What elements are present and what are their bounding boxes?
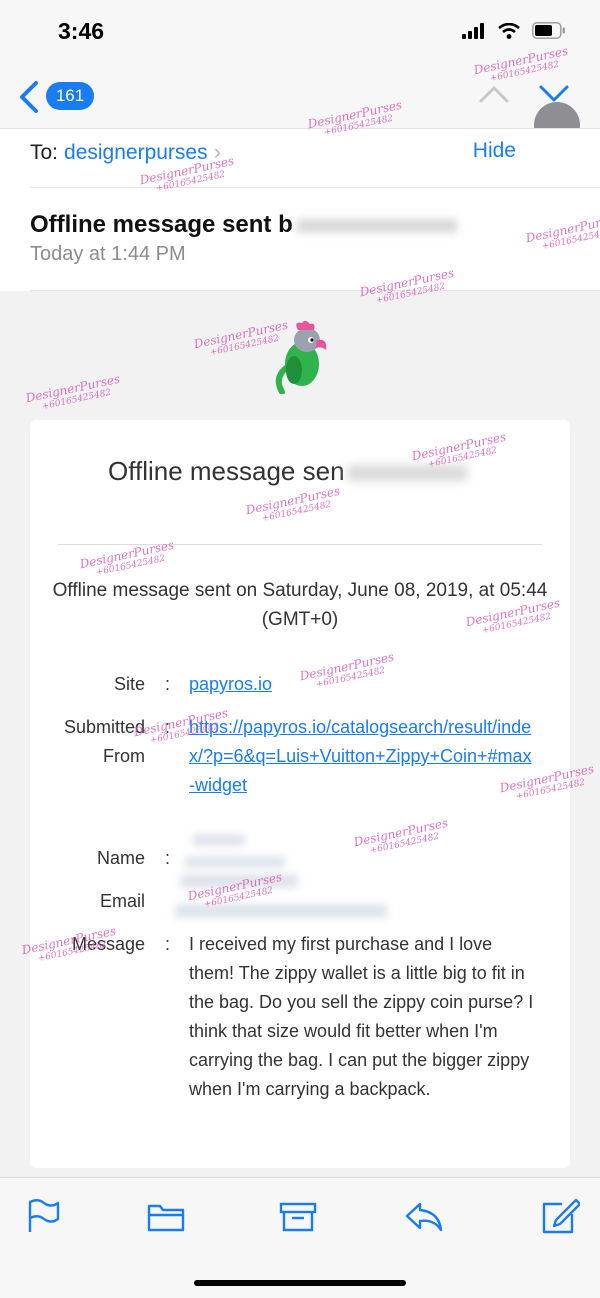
email-header: To: designerpurses › Hide Offline message … (0, 128, 600, 291)
card-title-text: Offline message sen (108, 456, 345, 486)
email-subject-text: Offline message sent b (30, 211, 293, 238)
wifi-icon (498, 22, 520, 39)
message-body: I received my first purchase and I love … (189, 934, 534, 1099)
battery-icon (532, 22, 565, 39)
intro-text: Offline message sent on Saturday, June 0… (52, 580, 548, 630)
status-icons (462, 22, 566, 39)
submitted-from-label: Submitted From (63, 717, 145, 766)
submitted-from-colon: : (165, 717, 171, 737)
message-label: Message (71, 934, 145, 954)
card-title: Offline message sen (108, 456, 467, 487)
site-colon: : (165, 674, 171, 694)
chevron-right-icon: › (213, 139, 221, 164)
email-subject: Offline message sent b (30, 211, 457, 239)
card-divider (58, 544, 542, 545)
site-value: papyros.io (189, 670, 534, 699)
name-label: Name (96, 848, 145, 868)
status-bar: 3:46 (0, 0, 600, 64)
redacted-name-blur (193, 834, 245, 846)
watermark: DesignerPurses +60165425482 (24, 371, 122, 413)
reply-icon[interactable] (404, 1198, 444, 1234)
header-divider (30, 187, 600, 188)
message-card: Offline message sen Offline message sent… (30, 420, 570, 1168)
to-label: To: (30, 141, 59, 164)
redacted-name-blur-2 (185, 856, 285, 868)
submitted-from-value: https://papyros.io/catalogsearch/result/… (189, 713, 534, 800)
compose-icon[interactable] (540, 1198, 580, 1234)
hide-details-button[interactable]: Hide (473, 139, 516, 163)
nav-bar: 161 (0, 64, 600, 128)
message-colon: : (165, 934, 171, 954)
home-indicator[interactable] (194, 1280, 406, 1286)
site-link[interactable]: papyros.io (189, 674, 272, 694)
redacted-email-blur-2 (175, 904, 387, 918)
parrot-logo-icon (275, 320, 327, 394)
cellular-signal-icon (462, 22, 484, 39)
site-label: Site (113, 674, 145, 694)
redacted-email-blur (180, 874, 298, 888)
recipient-row: To: designerpurses › (30, 139, 221, 165)
unread-count-badge[interactable]: 161 (46, 82, 94, 110)
status-time: 3:46 (58, 18, 105, 44)
email-date: Today at 1:44 PM (30, 243, 186, 265)
folder-icon[interactable] (146, 1198, 186, 1234)
next-message-icon[interactable] (538, 84, 570, 104)
flag-icon[interactable] (24, 1198, 64, 1234)
archive-icon[interactable] (278, 1198, 318, 1234)
redacted-title-blur (346, 465, 467, 482)
recipient-name[interactable]: designerpurses (64, 141, 208, 164)
submitted-from-link[interactable]: https://papyros.io/catalogsearch/result/… (189, 717, 532, 795)
email-label: Email (99, 891, 145, 911)
redacted-subject-blur (296, 218, 457, 233)
back-chevron-icon[interactable] (16, 80, 42, 114)
header-bottom-divider (30, 290, 600, 291)
name-colon: : (165, 848, 171, 868)
previous-message-icon[interactable] (478, 84, 510, 104)
